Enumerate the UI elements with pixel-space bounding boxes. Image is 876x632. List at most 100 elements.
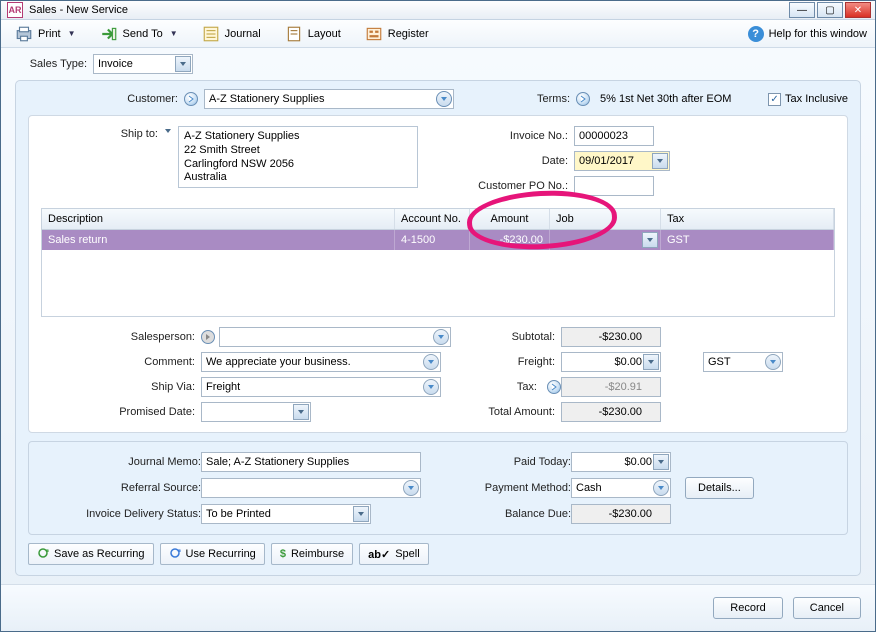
ship-via-label: Ship Via: xyxy=(41,381,201,393)
use-recurring-label: Use Recurring xyxy=(186,548,256,560)
journal-memo-value: Sale; A-Z Stationery Supplies xyxy=(206,456,349,468)
layout-button[interactable]: Layout xyxy=(279,22,347,46)
register-icon xyxy=(365,25,383,43)
referral-combo[interactable] xyxy=(201,478,421,498)
comment-value: We appreciate your business. xyxy=(206,356,351,368)
dropdown-icon[interactable] xyxy=(353,506,369,522)
customer-label: Customer: xyxy=(28,93,178,105)
cell-job[interactable] xyxy=(550,230,661,250)
subtotal-field: -$230.00 xyxy=(561,327,661,347)
subtotal-value: -$230.00 xyxy=(599,331,642,343)
date-label: Date: xyxy=(448,155,568,167)
payment-method-value: Cash xyxy=(576,482,602,494)
balance-due-label: Balance Due: xyxy=(431,508,571,520)
print-button[interactable]: Print ▼ xyxy=(9,22,82,46)
po-field[interactable] xyxy=(574,176,654,196)
cell-amount[interactable]: -$230.00 xyxy=(470,230,550,250)
titlebar: AR Sales - New Service — ▢ ✕ xyxy=(1,1,875,20)
po-label: Customer PO No.: xyxy=(448,180,568,192)
comment-combo[interactable]: We appreciate your business. xyxy=(201,352,441,372)
dropdown-icon[interactable] xyxy=(423,354,439,370)
promised-date-field[interactable] xyxy=(201,402,311,422)
ship-via-combo[interactable]: Freight xyxy=(201,377,441,397)
dropdown-icon[interactable] xyxy=(642,232,658,248)
register-button[interactable]: Register xyxy=(359,22,435,46)
dollar-icon: $ xyxy=(280,548,286,560)
dropdown-icon[interactable] xyxy=(436,91,452,107)
invoice-no-field[interactable]: 00000023 xyxy=(574,126,654,146)
balance-due-field: -$230.00 xyxy=(571,504,671,524)
form-panel: Customer: A-Z Stationery Supplies Terms:… xyxy=(15,80,861,576)
cancel-button[interactable]: Cancel xyxy=(793,597,861,619)
journal-button[interactable]: Journal xyxy=(196,22,267,46)
col-tax[interactable]: Tax xyxy=(661,209,834,229)
tax-inclusive-checkbox[interactable]: ✓ xyxy=(768,93,781,106)
salesperson-zoom-icon[interactable] xyxy=(201,330,215,344)
dropdown-icon[interactable] xyxy=(403,480,419,496)
delivery-status-combo[interactable]: To be Printed xyxy=(201,504,371,524)
recurring-icon xyxy=(37,547,49,562)
dropdown-icon[interactable] xyxy=(765,354,781,370)
col-job[interactable]: Job xyxy=(550,209,661,229)
save-recurring-button[interactable]: Save as Recurring xyxy=(28,543,154,565)
dropdown-icon[interactable] xyxy=(423,379,439,395)
table-row[interactable]: Sales return 4-1500 -$230.00 GST xyxy=(42,230,834,250)
col-description[interactable]: Description xyxy=(42,209,395,229)
minimize-button[interactable]: — xyxy=(789,2,815,18)
dropdown-icon: ▼ xyxy=(170,29,178,38)
dropdown-icon[interactable] xyxy=(643,354,659,370)
tax-zoom-icon[interactable] xyxy=(547,380,561,394)
freight-tax-combo[interactable]: GST xyxy=(703,352,783,372)
invoice-no-value: 00000023 xyxy=(579,130,628,142)
calendar-icon[interactable] xyxy=(652,153,668,169)
close-button[interactable]: ✕ xyxy=(845,2,871,18)
dropdown-icon[interactable] xyxy=(653,480,669,496)
help-icon: ? xyxy=(748,26,764,42)
salesperson-combo[interactable] xyxy=(219,327,451,347)
date-field[interactable]: 09/01/2017 xyxy=(574,151,670,171)
referral-label: Referral Source: xyxy=(41,482,201,494)
table-header: Description Account No. Amount Job Tax xyxy=(42,209,834,230)
col-amount[interactable]: Amount xyxy=(470,209,550,229)
send-to-button[interactable]: Send To ▼ xyxy=(94,22,184,46)
toolbar: Print ▼ Send To ▼ Journal Layout xyxy=(1,20,875,48)
dropdown-icon[interactable] xyxy=(175,56,191,72)
ship-to-textarea[interactable]: A-Z Stationery Supplies 22 Smith Street … xyxy=(178,126,418,188)
help-link[interactable]: ? Help for this window xyxy=(748,26,867,42)
calendar-icon[interactable] xyxy=(293,404,309,420)
freight-field[interactable]: $0.00 xyxy=(561,352,661,372)
paid-today-field[interactable]: $0.00 xyxy=(571,452,671,472)
print-label: Print xyxy=(38,28,61,40)
freight-value: $0.00 xyxy=(614,356,642,368)
subtotal-label: Subtotal: xyxy=(451,331,561,343)
reimburse-button[interactable]: $ Reimburse xyxy=(271,543,353,565)
customer-zoom-icon[interactable] xyxy=(184,92,198,106)
sales-type-label: Sales Type: xyxy=(25,58,87,70)
spell-button[interactable]: ab✓ Spell xyxy=(359,543,429,565)
payment-method-combo[interactable]: Cash xyxy=(571,478,671,498)
cancel-label: Cancel xyxy=(810,602,844,614)
journal-memo-field[interactable]: Sale; A-Z Stationery Supplies xyxy=(201,452,421,472)
dropdown-icon[interactable] xyxy=(433,329,449,345)
customer-combo[interactable]: A-Z Stationery Supplies xyxy=(204,89,454,109)
sales-type-combo[interactable]: Invoice xyxy=(93,54,193,74)
cell-description[interactable]: Sales return xyxy=(42,230,395,250)
use-recurring-button[interactable]: Use Recurring xyxy=(160,543,265,565)
dropdown-icon[interactable] xyxy=(653,454,669,470)
app-icon: AR xyxy=(7,2,23,18)
total-value: -$230.00 xyxy=(599,406,642,418)
paid-today-label: Paid Today: xyxy=(431,456,571,468)
details-button[interactable]: Details... xyxy=(685,477,754,499)
journal-memo-label: Journal Memo: xyxy=(41,456,201,468)
ship-to-dropdown[interactable] xyxy=(164,126,172,196)
spell-label: Spell xyxy=(395,548,419,560)
reimburse-label: Reimburse xyxy=(291,548,344,560)
cell-tax[interactable]: GST xyxy=(661,230,834,250)
cell-account[interactable]: 4-1500 xyxy=(395,230,470,250)
freight-tax-value: GST xyxy=(708,356,731,368)
tax-field: -$20.91 xyxy=(561,377,661,397)
maximize-button[interactable]: ▢ xyxy=(817,2,843,18)
col-account[interactable]: Account No. xyxy=(395,209,470,229)
terms-zoom-icon[interactable] xyxy=(576,92,590,106)
record-button[interactable]: Record xyxy=(713,597,782,619)
